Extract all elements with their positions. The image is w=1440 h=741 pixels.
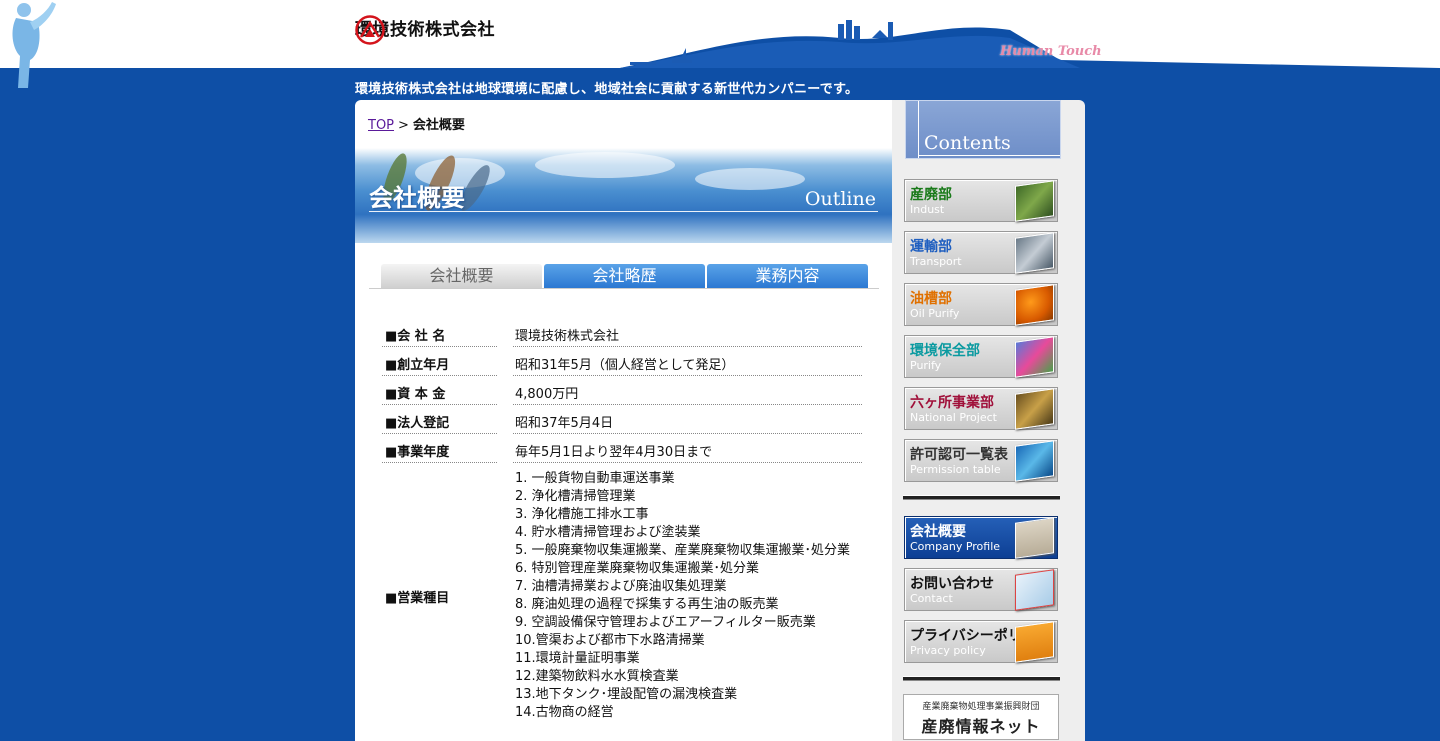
sidebar-item-label: 六ヶ所事業部 <box>910 395 994 411</box>
list-item: 8. 廃油処理の過程で採集する再生油の販売業 <box>515 597 779 612</box>
folder-icon <box>1015 621 1054 663</box>
main-content: TOP > 会社概要 会社概要 Outline 会社概要 会社略歴 業務内容 ■会 … <box>355 100 892 741</box>
business-label: ■営業種目 <box>385 590 450 606</box>
sidebar-item-sublabel: Company Profile <box>910 540 1001 553</box>
breadcrumb: TOP > 会社概要 <box>368 114 465 133</box>
sidebar-item-industrial-waste[interactable]: 産廃部 Indust <box>904 179 1058 222</box>
row-value: 毎年5月1日より翌年4月30日まで <box>513 437 862 463</box>
sidebar-item-sublabel: Purify <box>910 359 942 372</box>
garden-photo-icon <box>1015 336 1054 378</box>
table-row: ■創立年月 昭和31年5月（個人経営として発足） <box>382 350 862 379</box>
company-tagline: 環境技術株式会社は地球環境に配慮し、地域社会に貢献する新世代カンパニーです。 <box>355 82 859 97</box>
sidebar-item-environment[interactable]: 環境保全部 Purify <box>904 335 1058 378</box>
sidebar-divider <box>903 676 1060 681</box>
tab-business-content[interactable]: 業務内容 <box>707 264 868 288</box>
sidebar-item-contact[interactable]: お問い合わせ Contact <box>904 568 1058 611</box>
sidebar-item-label: 油槽部 <box>910 291 952 307</box>
section-tabs: 会社概要 会社略歴 業務内容 <box>381 264 868 288</box>
wheat-photo-icon <box>1015 388 1054 430</box>
tab-company-outline[interactable]: 会社概要 <box>381 264 542 288</box>
breadcrumb-top-link[interactable]: TOP <box>368 118 394 133</box>
list-item: 11.環境計量証明事業 <box>515 651 640 666</box>
table-row: ■事業年度 毎年5月1日より翌年4月30日まで <box>382 437 862 466</box>
contents-heading: Contents <box>905 100 1061 159</box>
water-photo-icon <box>1015 440 1054 482</box>
list-item: 1. 一般貨物自動車運送事業 <box>515 471 675 486</box>
table-row: ■法人登記 昭和37年5月4日 <box>382 408 862 437</box>
sidebar-item-label: 許可認可一覧表 <box>910 447 1008 463</box>
row-value: 昭和31年5月（個人経営として発足） <box>513 350 862 376</box>
flower-photo-icon <box>1015 284 1054 326</box>
row-value: 4,800万円 <box>513 379 862 405</box>
sidebar-item-oil-purify[interactable]: 油槽部 Oil Purify <box>904 283 1058 326</box>
sidebar-item-rokkasho[interactable]: 六ヶ所事業部 National Project <box>904 387 1058 430</box>
breadcrumb-separator: > <box>398 118 409 133</box>
business-row: ■営業種目 1. 一般貨物自動車運送事業 2. 浄化槽清掃管理業 3. 浄化槽施… <box>382 466 862 724</box>
row-value: 環境技術株式会社 <box>513 321 862 347</box>
header-band: 環境技術株式会社 Human Touch <box>0 0 1440 88</box>
list-item: 5. 一般廃棄物収集運搬業、産業廃棄物収集運搬業･処分業 <box>515 543 851 558</box>
table-row: ■資 本 金 4,800万円 <box>382 379 862 408</box>
row-label: ■事業年度 <box>382 437 497 463</box>
sidebar-item-sublabel: Oil Purify <box>910 307 960 320</box>
list-item: 9. 空調設備保守管理およびエアーフィルター販売業 <box>515 615 816 630</box>
sidebar-item-label: 環境保全部 <box>910 343 980 359</box>
sidebar-item-sublabel: Transport <box>910 255 962 268</box>
list-item: 14.古物商の経営 <box>515 705 614 720</box>
leaf-photo-icon <box>1015 180 1054 222</box>
sidebar-item-company-profile[interactable]: 会社概要 Company Profile <box>904 516 1058 559</box>
sidebar-item-label: 運輸部 <box>910 239 952 255</box>
contents-label: Contents <box>924 132 1011 154</box>
table-row: ■会 社 名 環境技術株式会社 <box>382 321 862 350</box>
banner-org-name: 産業廃棄物処理事業振興財団 <box>922 702 1040 712</box>
page-banner: 会社概要 Outline <box>355 148 892 243</box>
row-label: ■資 本 金 <box>382 379 497 405</box>
road-photo-icon <box>1015 232 1054 274</box>
list-item: 4. 貯水槽清掃管理および塗装業 <box>515 525 701 540</box>
sidebar-divider <box>903 495 1060 500</box>
building-photo-icon <box>1015 517 1054 559</box>
sidebar-item-sublabel: Indust <box>910 203 945 216</box>
sanpai-info-net-banner[interactable]: 産業廃棄物処理事業振興財団 産廃情報ネット <box>903 694 1059 740</box>
row-label: ■創立年月 <box>382 350 497 376</box>
banner-title: 産廃情報ネット <box>921 717 1041 736</box>
sidebar-item-privacy-policy[interactable]: プライバシーポリシー Privacy policy <box>904 620 1058 663</box>
row-label: ■会 社 名 <box>382 321 497 347</box>
breadcrumb-current: 会社概要 <box>412 118 465 133</box>
skyline-illustration <box>0 20 1440 68</box>
list-item: 3. 浄化槽施工排水工事 <box>515 507 649 522</box>
human-figure-illustration <box>12 2 56 88</box>
row-label: ■法人登記 <box>382 408 497 434</box>
company-info-table: ■会 社 名 環境技術株式会社 ■創立年月 昭和31年5月（個人経営として発足）… <box>382 321 862 724</box>
list-item: 12.建築物飲料水水質検査業 <box>515 669 679 684</box>
list-item: 2. 浄化槽清掃管理業 <box>515 489 636 504</box>
banner-divider <box>369 211 878 212</box>
sidebar-item-permission-table[interactable]: 許可認可一覧表 Permission table <box>904 439 1058 482</box>
tabs-divider <box>369 288 879 289</box>
sidebar-item-sublabel: Permission table <box>910 463 1001 476</box>
sidebar-item-sublabel: Privacy policy <box>910 644 986 657</box>
sidebar-item-label: 産廃部 <box>910 187 952 203</box>
list-item: 10.管渠および都市下水路清掃業 <box>515 633 705 648</box>
sidebar: Contents 産廃部 Indust 運輸部 Transport 油槽部 Oi… <box>892 100 1085 741</box>
sidebar-item-transport[interactable]: 運輸部 Transport <box>904 231 1058 274</box>
sidebar-item-label: 会社概要 <box>910 524 966 540</box>
row-value: 昭和37年5月4日 <box>513 408 862 434</box>
list-item: 6. 特別管理産業廃棄物収集運搬業･処分業 <box>515 561 760 576</box>
envelope-icon <box>1015 569 1054 611</box>
sidebar-item-sublabel: Contact <box>910 592 953 605</box>
tab-company-history[interactable]: 会社略歴 <box>544 264 705 288</box>
page-title: 会社概要 <box>369 184 465 212</box>
page-title-en: Outline <box>804 188 876 210</box>
list-item: 7. 油槽清掃業および廃油収集処理業 <box>515 579 727 594</box>
sidebar-item-sublabel: National Project <box>910 411 997 424</box>
human-touch-logo: Human Touch <box>1000 44 1102 59</box>
business-list: 1. 一般貨物自動車運送事業 2. 浄化槽清掃管理業 3. 浄化槽施工排水工事 … <box>513 466 862 724</box>
company-logo-icon <box>355 15 385 45</box>
list-item: 13.地下タンク･埋設配管の漏洩検査業 <box>515 687 738 702</box>
company-logo[interactable]: 環境技術株式会社 <box>355 15 495 45</box>
sidebar-item-label: お問い合わせ <box>910 576 994 592</box>
